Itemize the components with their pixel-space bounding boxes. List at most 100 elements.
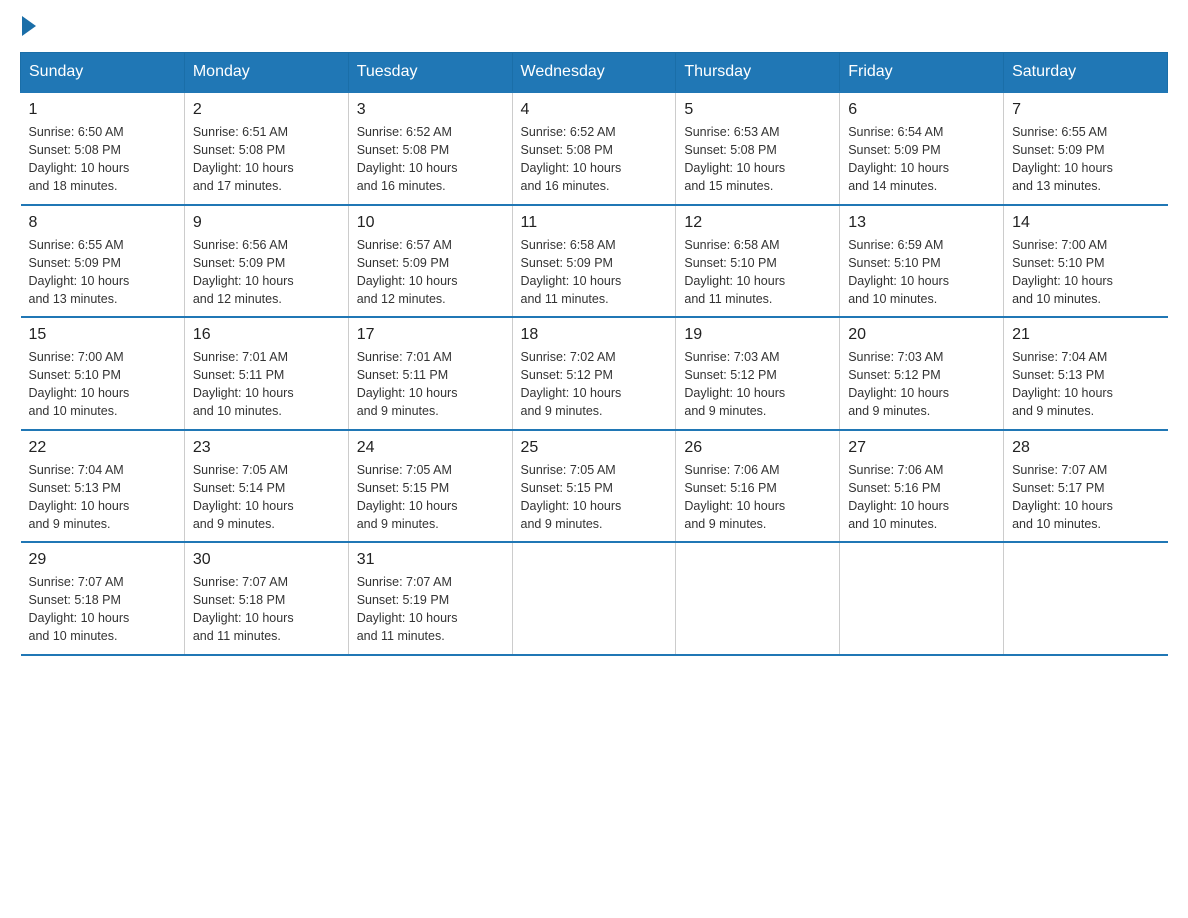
day-info: Sunrise: 6:50 AM Sunset: 5:08 PM Dayligh… xyxy=(29,123,176,196)
calendar-cell: 27 Sunrise: 7:06 AM Sunset: 5:16 PM Dayli… xyxy=(840,430,1004,543)
calendar-week-row: 8 Sunrise: 6:55 AM Sunset: 5:09 PM Daylig… xyxy=(21,205,1168,318)
calendar-cell: 13 Sunrise: 6:59 AM Sunset: 5:10 PM Dayli… xyxy=(840,205,1004,318)
day-number: 15 xyxy=(29,326,176,344)
day-info: Sunrise: 7:07 AM Sunset: 5:18 PM Dayligh… xyxy=(193,573,340,646)
calendar-cell: 12 Sunrise: 6:58 AM Sunset: 5:10 PM Dayli… xyxy=(676,205,840,318)
day-info: Sunrise: 7:01 AM Sunset: 5:11 PM Dayligh… xyxy=(357,348,504,421)
calendar-cell: 24 Sunrise: 7:05 AM Sunset: 5:15 PM Dayli… xyxy=(348,430,512,543)
calendar-header-saturday: Saturday xyxy=(1004,53,1168,93)
day-info: Sunrise: 7:05 AM Sunset: 5:15 PM Dayligh… xyxy=(521,461,668,534)
day-number: 26 xyxy=(684,439,831,457)
day-info: Sunrise: 7:03 AM Sunset: 5:12 PM Dayligh… xyxy=(684,348,831,421)
day-number: 13 xyxy=(848,214,995,232)
logo xyxy=(20,20,36,32)
day-number: 19 xyxy=(684,326,831,344)
day-number: 30 xyxy=(193,551,340,569)
day-number: 20 xyxy=(848,326,995,344)
calendar-cell xyxy=(840,542,1004,655)
day-number: 5 xyxy=(684,101,831,119)
day-info: Sunrise: 7:03 AM Sunset: 5:12 PM Dayligh… xyxy=(848,348,995,421)
calendar-header-thursday: Thursday xyxy=(676,53,840,93)
day-info: Sunrise: 7:04 AM Sunset: 5:13 PM Dayligh… xyxy=(1012,348,1159,421)
day-number: 14 xyxy=(1012,214,1159,232)
calendar-cell: 18 Sunrise: 7:02 AM Sunset: 5:12 PM Dayli… xyxy=(512,317,676,430)
calendar-cell: 19 Sunrise: 7:03 AM Sunset: 5:12 PM Dayli… xyxy=(676,317,840,430)
calendar-cell: 17 Sunrise: 7:01 AM Sunset: 5:11 PM Dayli… xyxy=(348,317,512,430)
calendar-header-friday: Friday xyxy=(840,53,1004,93)
day-info: Sunrise: 7:00 AM Sunset: 5:10 PM Dayligh… xyxy=(1012,236,1159,309)
day-info: Sunrise: 7:02 AM Sunset: 5:12 PM Dayligh… xyxy=(521,348,668,421)
day-number: 10 xyxy=(357,214,504,232)
day-number: 22 xyxy=(29,439,176,457)
calendar-cell: 7 Sunrise: 6:55 AM Sunset: 5:09 PM Daylig… xyxy=(1004,92,1168,205)
day-number: 3 xyxy=(357,101,504,119)
day-number: 24 xyxy=(357,439,504,457)
day-info: Sunrise: 7:05 AM Sunset: 5:14 PM Dayligh… xyxy=(193,461,340,534)
calendar-cell: 8 Sunrise: 6:55 AM Sunset: 5:09 PM Daylig… xyxy=(21,205,185,318)
day-info: Sunrise: 6:55 AM Sunset: 5:09 PM Dayligh… xyxy=(1012,123,1159,196)
calendar-cell: 25Sunrise: 7:05 AM Sunset: 5:15 PM Dayli… xyxy=(512,430,676,543)
day-number: 12 xyxy=(684,214,831,232)
calendar-header-monday: Monday xyxy=(184,53,348,93)
day-number: 23 xyxy=(193,439,340,457)
calendar-header-row: SundayMondayTuesdayWednesdayThursdayFrid… xyxy=(21,53,1168,93)
day-number: 7 xyxy=(1012,101,1159,119)
day-number: 18 xyxy=(521,326,668,344)
day-info: Sunrise: 7:07 AM Sunset: 5:17 PM Dayligh… xyxy=(1012,461,1159,534)
calendar-cell xyxy=(512,542,676,655)
day-info: Sunrise: 7:01 AM Sunset: 5:11 PM Dayligh… xyxy=(193,348,340,421)
calendar-cell: 4Sunrise: 6:52 AM Sunset: 5:08 PM Daylig… xyxy=(512,92,676,205)
page-header xyxy=(20,20,1168,32)
calendar-cell xyxy=(676,542,840,655)
day-number: 1 xyxy=(29,101,176,119)
calendar-cell: 23 Sunrise: 7:05 AM Sunset: 5:14 PM Dayli… xyxy=(184,430,348,543)
day-info: Sunrise: 7:04 AM Sunset: 5:13 PM Dayligh… xyxy=(29,461,176,534)
calendar-week-row: 1 Sunrise: 6:50 AM Sunset: 5:08 PM Daylig… xyxy=(21,92,1168,205)
day-info: Sunrise: 7:07 AM Sunset: 5:19 PM Dayligh… xyxy=(357,573,504,646)
calendar-header-tuesday: Tuesday xyxy=(348,53,512,93)
day-number: 27 xyxy=(848,439,995,457)
day-info: Sunrise: 6:54 AM Sunset: 5:09 PM Dayligh… xyxy=(848,123,995,196)
calendar-cell: 10 Sunrise: 6:57 AM Sunset: 5:09 PM Dayli… xyxy=(348,205,512,318)
day-number: 8 xyxy=(29,214,176,232)
day-info: Sunrise: 6:56 AM Sunset: 5:09 PM Dayligh… xyxy=(193,236,340,309)
calendar-cell: 21Sunrise: 7:04 AM Sunset: 5:13 PM Dayli… xyxy=(1004,317,1168,430)
calendar-header-sunday: Sunday xyxy=(21,53,185,93)
calendar-cell: 5 Sunrise: 6:53 AM Sunset: 5:08 PM Daylig… xyxy=(676,92,840,205)
calendar-cell: 1 Sunrise: 6:50 AM Sunset: 5:08 PM Daylig… xyxy=(21,92,185,205)
calendar-cell: 29 Sunrise: 7:07 AM Sunset: 5:18 PM Dayli… xyxy=(21,542,185,655)
day-info: Sunrise: 6:52 AM Sunset: 5:08 PM Dayligh… xyxy=(521,123,668,196)
calendar-week-row: 29 Sunrise: 7:07 AM Sunset: 5:18 PM Dayli… xyxy=(21,542,1168,655)
day-info: Sunrise: 7:07 AM Sunset: 5:18 PM Dayligh… xyxy=(29,573,176,646)
day-info: Sunrise: 6:51 AM Sunset: 5:08 PM Dayligh… xyxy=(193,123,340,196)
calendar-cell: 14 Sunrise: 7:00 AM Sunset: 5:10 PM Dayli… xyxy=(1004,205,1168,318)
day-info: Sunrise: 7:00 AM Sunset: 5:10 PM Dayligh… xyxy=(29,348,176,421)
day-info: Sunrise: 7:06 AM Sunset: 5:16 PM Dayligh… xyxy=(848,461,995,534)
day-number: 28 xyxy=(1012,439,1159,457)
day-info: Sunrise: 6:55 AM Sunset: 5:09 PM Dayligh… xyxy=(29,236,176,309)
calendar-cell: 9 Sunrise: 6:56 AM Sunset: 5:09 PM Daylig… xyxy=(184,205,348,318)
calendar-cell: 16Sunrise: 7:01 AM Sunset: 5:11 PM Dayli… xyxy=(184,317,348,430)
day-number: 29 xyxy=(29,551,176,569)
day-info: Sunrise: 6:57 AM Sunset: 5:09 PM Dayligh… xyxy=(357,236,504,309)
day-number: 9 xyxy=(193,214,340,232)
day-info: Sunrise: 6:59 AM Sunset: 5:10 PM Dayligh… xyxy=(848,236,995,309)
day-info: Sunrise: 7:06 AM Sunset: 5:16 PM Dayligh… xyxy=(684,461,831,534)
day-info: Sunrise: 6:58 AM Sunset: 5:10 PM Dayligh… xyxy=(684,236,831,309)
calendar-table: SundayMondayTuesdayWednesdayThursdayFrid… xyxy=(20,52,1168,656)
calendar-cell: 2Sunrise: 6:51 AM Sunset: 5:08 PM Daylig… xyxy=(184,92,348,205)
day-info: Sunrise: 7:05 AM Sunset: 5:15 PM Dayligh… xyxy=(357,461,504,534)
day-number: 11 xyxy=(521,214,668,232)
calendar-cell: 30 Sunrise: 7:07 AM Sunset: 5:18 PM Dayli… xyxy=(184,542,348,655)
day-number: 31 xyxy=(357,551,504,569)
day-number: 6 xyxy=(848,101,995,119)
calendar-cell: 15 Sunrise: 7:00 AM Sunset: 5:10 PM Dayli… xyxy=(21,317,185,430)
logo-arrow-icon xyxy=(22,16,36,36)
calendar-cell: 6 Sunrise: 6:54 AM Sunset: 5:09 PM Daylig… xyxy=(840,92,1004,205)
calendar-cell: 22 Sunrise: 7:04 AM Sunset: 5:13 PM Dayli… xyxy=(21,430,185,543)
calendar-cell: 20 Sunrise: 7:03 AM Sunset: 5:12 PM Dayli… xyxy=(840,317,1004,430)
day-info: Sunrise: 6:53 AM Sunset: 5:08 PM Dayligh… xyxy=(684,123,831,196)
calendar-cell: 3Sunrise: 6:52 AM Sunset: 5:08 PM Daylig… xyxy=(348,92,512,205)
day-number: 17 xyxy=(357,326,504,344)
calendar-cell: 28 Sunrise: 7:07 AM Sunset: 5:17 PM Dayli… xyxy=(1004,430,1168,543)
